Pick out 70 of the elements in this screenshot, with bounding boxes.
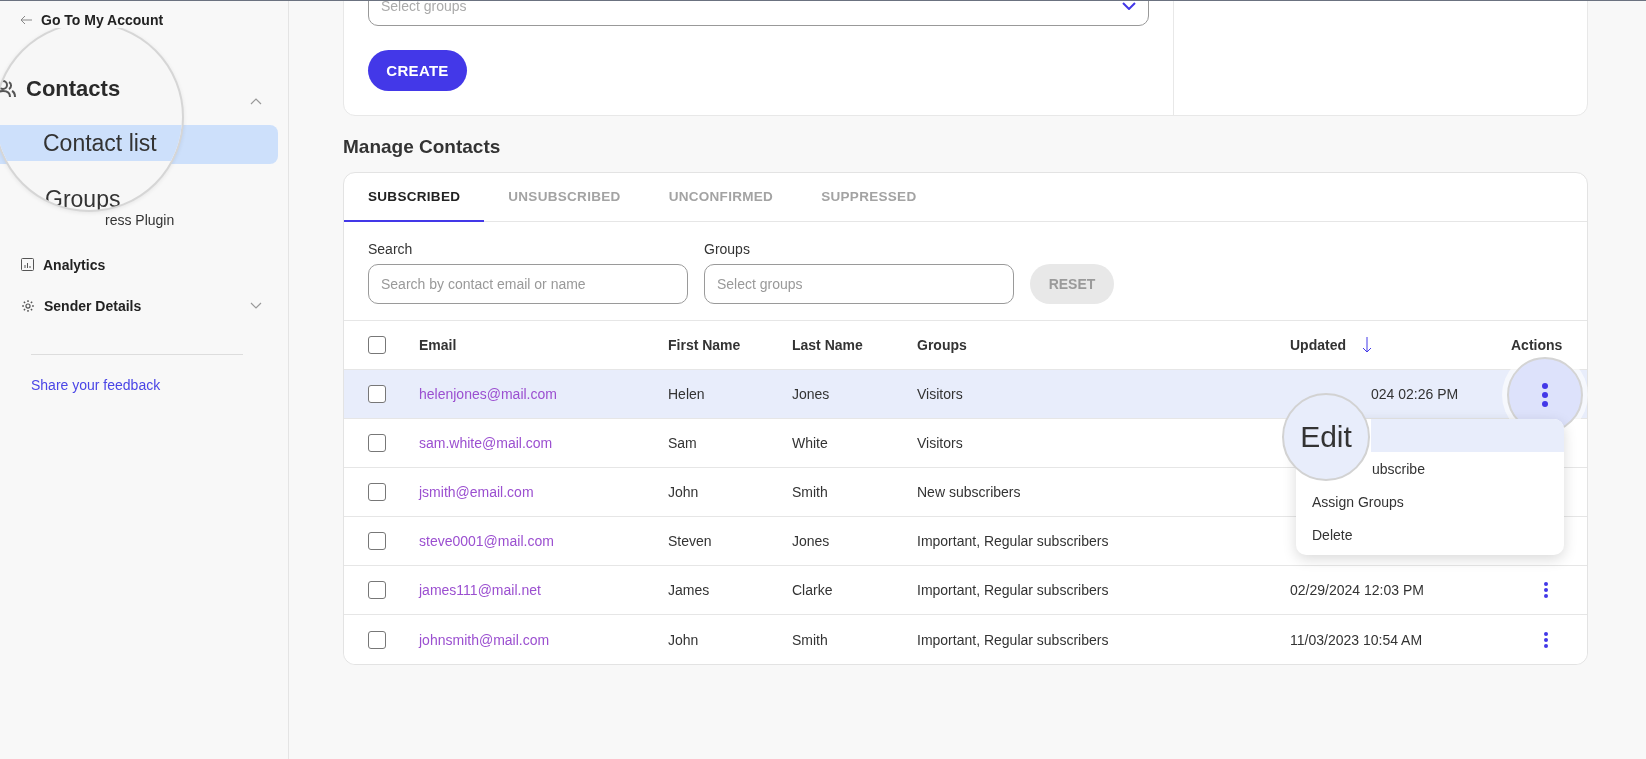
table-cell-text: Jones	[792, 386, 831, 402]
nav-item[interactable]: ress Plugin	[105, 212, 175, 228]
checkbox[interactable]	[368, 385, 386, 403]
column-header: Email	[419, 337, 457, 353]
table-cell-text: Visitors	[917, 435, 964, 451]
chart-icon	[21, 258, 34, 271]
users-icon	[0, 80, 16, 98]
checkbox[interactable]	[368, 483, 386, 501]
table-cell-text: 024 02:26 PM	[1370, 386, 1460, 402]
column-header: Updated	[1290, 337, 1346, 353]
table-cell-text: Helen	[668, 386, 706, 402]
section-title: Manage Contacts	[343, 136, 502, 158]
table-cell-text: John	[668, 484, 700, 500]
checkbox[interactable]	[368, 434, 386, 452]
email-link[interactable]: johnsmith@mail.com	[419, 631, 668, 648]
table-cell-text: Sam	[668, 435, 698, 451]
arrow-down-icon[interactable]	[1362, 337, 1372, 353]
table-cell-text: 02/29/2024 12:03 PM	[1290, 582, 1425, 598]
more-button[interactable]	[1541, 629, 1551, 650]
table-cell-text: Steven	[668, 533, 713, 549]
search-field[interactable]: Search by contact email or name	[368, 264, 688, 304]
column-header: First Name	[668, 337, 741, 353]
checkbox[interactable]	[368, 336, 386, 354]
nav-label: Sender Details	[44, 297, 142, 314]
arrow-left-icon	[20, 15, 33, 25]
groups-field[interactable]: Select groups	[704, 264, 1014, 304]
email-link[interactable]: jsmith@email.com	[419, 484, 668, 500]
table-cell-text: Smith	[792, 484, 829, 500]
email-link[interactable]: sam.white@mail.com	[419, 435, 668, 451]
checkbox[interactable]	[368, 630, 386, 649]
menu-item[interactable]: Assign Groups	[1296, 485, 1564, 518]
nav-label: Analytics	[43, 256, 106, 273]
checkbox[interactable]	[368, 532, 386, 550]
table-cell-text: 11/03/2023 10:54 AM	[1290, 631, 1424, 648]
chevron-down-icon	[1122, 2, 1136, 10]
nav-item[interactable]: Contact list	[0, 125, 182, 161]
table-cell-text: Clarke	[792, 582, 834, 598]
more-button[interactable]	[1541, 580, 1551, 600]
email-link[interactable]: helenjones@mail.com	[419, 386, 668, 402]
field-label: Search	[368, 241, 414, 257]
column-header: Last Name	[792, 337, 863, 353]
feedback-link[interactable]: Share your feedback	[31, 377, 288, 393]
table-cell-text: Jones	[792, 533, 831, 549]
menu-item-label: Edit	[1300, 420, 1352, 454]
table-cell-text: Smith	[792, 631, 829, 648]
table-cell-text: Important, Regular subscribers	[917, 631, 1110, 648]
more-icon	[1541, 381, 1549, 408]
table-cell-text: Important, Regular subscribers	[917, 533, 1110, 549]
menu-item[interactable]: Delete	[1296, 518, 1564, 551]
tab[interactable]: SUBSCRIBED	[344, 173, 485, 222]
table-cell-text: James	[668, 582, 711, 598]
table-row[interactable]: helenjones@mail.com Helen Jones Visitors 024 02:26 PM	[344, 370, 1587, 419]
field-label: Groups	[704, 241, 751, 257]
nav-item[interactable]: Sender Details	[0, 285, 288, 326]
email-link[interactable]: steve0001@mail.com	[419, 533, 668, 549]
nav-item[interactable]: Analytics	[0, 244, 288, 285]
checkbox[interactable]	[368, 581, 386, 599]
table-cell-text: Important, Regular subscribers	[917, 582, 1110, 598]
column-header: Actions	[1511, 337, 1563, 353]
create-button[interactable]: CREATE	[368, 50, 467, 91]
gear-icon	[21, 298, 35, 313]
table-cell-text: White	[792, 435, 829, 451]
email-link[interactable]: james111@mail.net	[419, 582, 668, 598]
column-header: Groups	[917, 337, 967, 353]
more-icon	[1543, 581, 1549, 599]
table-cell-text: Visitors	[917, 386, 964, 402]
table-cell-text: New subscribers	[917, 484, 1022, 500]
table-cell-text: John	[668, 631, 700, 648]
nav-section-title[interactable]: Contacts	[26, 76, 121, 102]
more-icon	[1543, 630, 1549, 649]
